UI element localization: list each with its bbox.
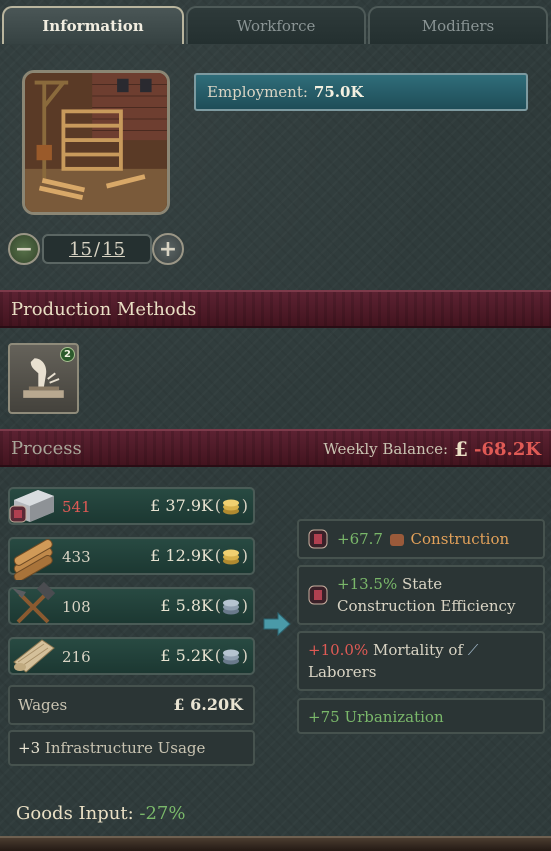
output-state-construction-efficiency[interactable]: +13.5% State Construction Efficiency <box>297 565 545 625</box>
input-price: £ 5.8K <box>160 596 213 615</box>
tab-bar: Information Workforce Modifiers <box>0 0 551 44</box>
input-good-row-fabric[interactable]: 216 £ 5.2K ( ) <box>8 637 255 675</box>
panel-bottom-divider <box>0 836 551 851</box>
goods-input-summary[interactable]: Goods Input: -27% <box>16 803 185 824</box>
paren-close: ) <box>241 546 248 565</box>
production-methods-header: Production Methods <box>0 290 551 328</box>
production-method-count-badge: 2 <box>60 347 75 362</box>
construction-sector-image <box>25 73 167 212</box>
increase-level-button[interactable]: + <box>152 233 184 265</box>
input-quantity: 541 <box>62 498 91 516</box>
employment-box[interactable]: Employment: 75.0K <box>194 73 528 111</box>
mortality-label: Mortality of <box>373 641 463 659</box>
silver-coins-icon <box>223 599 239 615</box>
gold-coins-icon <box>223 549 239 565</box>
production-method-button[interactable]: 2 <box>8 343 79 414</box>
state-resource-icon <box>308 529 328 549</box>
laborers-shovel-icon: ⟋ <box>467 641 479 659</box>
iron-ingot-icon <box>9 490 54 523</box>
output-construction[interactable]: +67.7 Construction <box>297 519 545 559</box>
level-counter: 15 / 15 <box>42 234 152 264</box>
employment-label: Employment: <box>207 83 308 101</box>
input-good-row-wood[interactable]: 433 £ 12.9K ( ) <box>8 537 255 580</box>
goods-input-label: Goods Input: <box>16 803 134 824</box>
input-quantity: 433 <box>62 548 91 566</box>
infrastructure-usage-value: +3 <box>18 739 41 757</box>
wages-row[interactable]: Wages £ 6.20K <box>8 685 255 725</box>
input-good-row-iron[interactable]: 541 £ 37.9K ( ) <box>8 487 255 525</box>
silver-coins-icon <box>223 649 239 665</box>
production-methods-title: Production Methods <box>11 298 197 320</box>
tab-information[interactable]: Information <box>2 6 184 44</box>
output-urbanization[interactable]: +75 Urbanization <box>297 698 545 734</box>
infrastructure-usage-label: Infrastructure Usage <box>44 739 206 757</box>
urbanization-value: +75 <box>308 708 340 726</box>
fabric-icon <box>13 639 55 673</box>
level-stepper: − 15 / 15 + <box>8 232 186 266</box>
state-resource-icon <box>308 585 328 605</box>
wood-logs-icon <box>13 539 53 580</box>
mortality-pop-label: Laborers <box>308 663 377 681</box>
pound-icon: £ <box>454 437 469 461</box>
goods-input-value: -27% <box>139 803 186 824</box>
plus-icon: + <box>158 236 178 262</box>
decrease-level-button[interactable]: − <box>8 233 40 265</box>
wages-value: £ 6.20K <box>173 695 243 714</box>
weekly-balance[interactable]: Weekly Balance: £ -68.2K <box>323 437 541 461</box>
input-price: £ 37.9K <box>150 496 213 515</box>
level-current[interactable]: 15 <box>69 239 92 260</box>
paren-close: ) <box>241 496 248 515</box>
minus-icon: − <box>14 236 34 262</box>
weekly-balance-value: -68.2K <box>474 438 541 460</box>
weekly-balance-label: Weekly Balance: <box>323 440 449 458</box>
building-info-panel: Information Workforce Modifiers − 15 / 1… <box>0 0 551 851</box>
level-separator: / <box>93 238 101 260</box>
wages-label: Wages <box>18 696 68 714</box>
process-header: Process Weekly Balance: £ -68.2K <box>0 429 551 467</box>
construction-label: Construction <box>410 530 510 548</box>
tab-workforce[interactable]: Workforce <box>186 6 366 44</box>
mortality-value: +10.0% <box>308 641 369 659</box>
level-max[interactable]: 15 <box>102 239 125 260</box>
gold-coins-icon <box>223 499 239 515</box>
urbanization-label: Urbanization <box>344 708 444 726</box>
input-quantity: 216 <box>62 648 91 666</box>
construction-value: +67.7 <box>337 530 383 548</box>
tab-modifiers[interactable]: Modifiers <box>368 6 548 44</box>
paren-close: ) <box>241 596 248 615</box>
arrow-right-icon <box>263 611 291 637</box>
construction-icon <box>389 534 404 546</box>
building-image <box>22 70 170 215</box>
input-price: £ 12.9K <box>150 546 213 565</box>
employment-value: 75.0K <box>313 83 364 101</box>
input-good-row-tools[interactable]: 108 £ 5.8K ( ) <box>8 582 255 625</box>
output-laborer-mortality[interactable]: +10.0% Mortality of ⟋ Laborers <box>297 631 545 691</box>
efficiency-value: +13.5% <box>337 575 398 593</box>
infrastructure-usage-row[interactable]: +3 Infrastructure Usage <box>8 730 255 766</box>
process-title: Process <box>11 437 82 459</box>
input-price: £ 5.2K <box>160 646 213 665</box>
paren-close: ) <box>241 646 248 665</box>
input-quantity: 108 <box>62 598 91 616</box>
tools-icon <box>12 582 56 624</box>
